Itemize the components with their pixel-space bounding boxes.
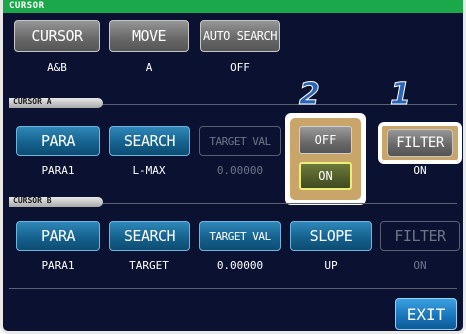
cursor-a-para-value: PARA1 <box>41 164 75 177</box>
cursor-a-filter-button[interactable]: FILTER <box>387 129 453 157</box>
move-value: A <box>145 61 153 74</box>
auto-search-button[interactable]: AUTO SEARCH <box>200 20 280 52</box>
cursor-a-header-label: CURSOR A <box>13 97 52 106</box>
cursor-value: A&B <box>47 61 67 74</box>
page-title: CURSOR <box>9 1 45 11</box>
callout-2-badge: 2 <box>299 77 321 112</box>
cursor-b-header: CURSOR B <box>9 196 103 207</box>
cursor-a-target-val-button: TARGET VAL <box>199 126 281 156</box>
auto-search-value: OFF <box>230 61 250 74</box>
cursor-b-filter-button: FILTER <box>380 221 460 251</box>
cursor-b-para-button[interactable]: PARA <box>16 221 100 251</box>
move-button[interactable]: MOVE <box>109 20 189 52</box>
cursor-b-slope-value: UP <box>324 259 338 272</box>
cursor-b-target-val-value: 0.00000 <box>216 259 264 272</box>
cursor-a-filter-value: ON <box>413 164 427 177</box>
cursor-b-header-label: CURSOR B <box>13 196 52 205</box>
exit-button[interactable]: EXIT <box>395 298 457 330</box>
cursor-b-search-button[interactable]: SEARCH <box>109 221 190 251</box>
cursor-b-target-val-button[interactable]: TARGET VAL <box>199 221 281 251</box>
cursor-settings-screen: CURSOR CURSOR MOVE AUTO SEARCH A&B A OFF… <box>0 0 466 334</box>
cursor-a-target-val-value: 0.00000 <box>216 164 264 177</box>
cursor-b-para-value: PARA1 <box>41 259 75 272</box>
cursor-a-search-value: L-MAX <box>132 164 166 177</box>
popup-frame: OFF ON <box>290 118 361 200</box>
cursor-a-search-button[interactable]: SEARCH <box>109 126 190 156</box>
cursor-b-filter-value: ON <box>413 259 427 272</box>
cursor-a-header: CURSOR A <box>9 97 103 108</box>
option-on-button[interactable]: ON <box>299 162 352 190</box>
filter-option-popup: OFF ON <box>285 113 366 205</box>
option-off-button[interactable]: OFF <box>299 126 352 154</box>
cursor-button[interactable]: CURSOR <box>14 20 100 52</box>
cursor-b-slope-button[interactable]: SLOPE <box>290 221 372 251</box>
callout-1-badge: 1 <box>390 77 412 112</box>
title-bar: CURSOR <box>3 0 463 13</box>
bottom-divider <box>9 288 457 289</box>
cursor-a-para-button[interactable]: PARA <box>16 126 100 156</box>
cursor-b-search-value: TARGET <box>129 259 169 272</box>
